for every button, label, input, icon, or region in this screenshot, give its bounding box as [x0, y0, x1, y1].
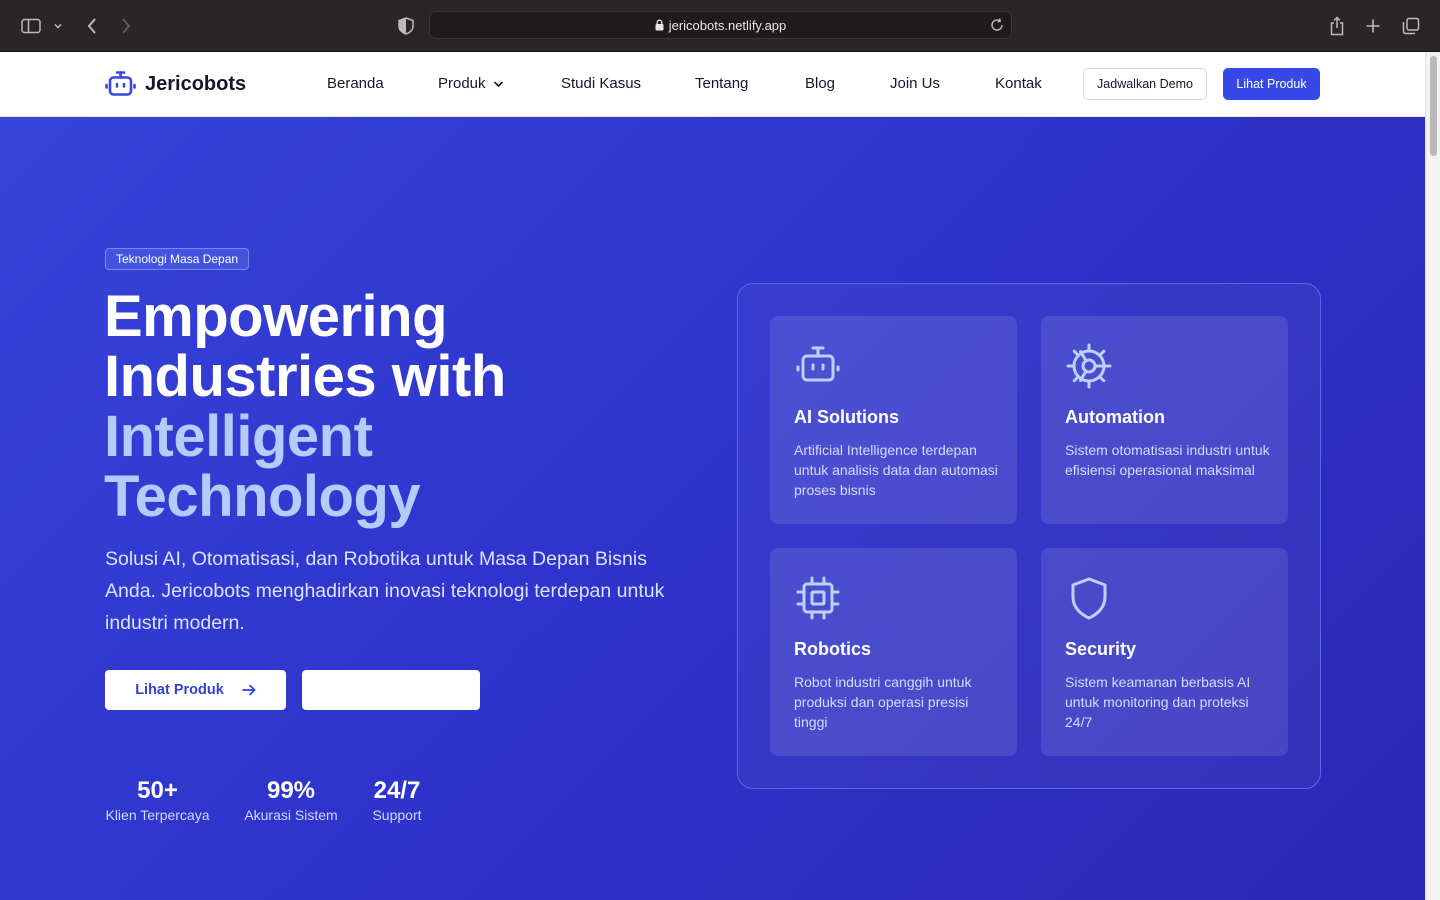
brand-logo[interactable]: Jericobots [105, 70, 246, 98]
chevron-down-icon [493, 80, 504, 88]
secondary-cta-button[interactable] [302, 670, 480, 710]
page-scrollbar[interactable] [1425, 52, 1440, 900]
stat-clients: 50+ Klien Terpercaya [104, 777, 211, 823]
nav-item-kontak[interactable]: Kontak [995, 75, 1042, 92]
hero-description: Solusi AI, Otomatisasi, dan Robotika unt… [105, 548, 665, 634]
hero-title: Empowering Industries with Intelligent T… [104, 287, 704, 527]
stat-accuracy: 99% Akurasi Sistem [243, 777, 339, 823]
new-tab-icon[interactable] [1361, 14, 1385, 38]
nav-item-studi-kasus[interactable]: Studi Kasus [561, 75, 641, 92]
gear-icon [1065, 342, 1113, 390]
privacy-shield-icon[interactable] [394, 14, 418, 38]
address-bar[interactable]: jericobots.netlify.app [429, 11, 1012, 39]
site-navbar: Jericobots Beranda Produk Studi Kasus Te… [0, 52, 1425, 117]
stat-value: 50+ [137, 777, 178, 804]
stat-label: Klien Terpercaya [105, 807, 210, 823]
share-icon[interactable] [1325, 14, 1349, 38]
nav-item-tentang[interactable]: Tentang [695, 75, 748, 92]
chip-icon [794, 574, 842, 622]
scrollbar-thumb[interactable] [1430, 56, 1437, 156]
feature-title: Automation [1065, 407, 1165, 427]
feature-title: AI Solutions [794, 407, 899, 427]
view-products-button[interactable]: Lihat Produk [105, 670, 286, 710]
nav-item-label: Produk [438, 75, 486, 92]
feature-card-ai[interactable]: AI Solutions Artificial Intelligence ter… [770, 316, 1017, 524]
feature-description: Sistem otomatisasi industri untuk efisie… [1065, 442, 1270, 478]
forward-icon[interactable] [114, 14, 138, 38]
feature-description: Artificial Intelligence terdepan untuk a… [794, 442, 998, 498]
shield-icon [1065, 574, 1113, 622]
arrow-right-icon [241, 684, 256, 696]
feature-description: Sistem keamanan berbasis AI untuk monito… [1065, 674, 1251, 730]
hero-title-line1: Empowering [104, 284, 448, 349]
nav-item-produk[interactable]: Produk [438, 75, 504, 92]
stat-support: 24/7 Support [368, 777, 426, 823]
tab-overview-icon[interactable] [1399, 14, 1423, 38]
feature-card-robotics[interactable]: Robotics Robot industri canggih untuk pr… [770, 548, 1017, 756]
view-products-nav-button[interactable]: Lihat Produk [1223, 68, 1320, 100]
hero-title-accent1: Intelligent [104, 404, 373, 469]
feature-title: Security [1065, 639, 1137, 659]
url-text: jericobots.netlify.app [668, 17, 787, 33]
lock-icon [655, 19, 664, 31]
feature-card-automation[interactable]: Automation Sistem otomatisasi industri u… [1041, 316, 1288, 524]
hero-title-line2: Industries with [104, 344, 506, 409]
nav-item-beranda[interactable]: Beranda [327, 75, 384, 92]
hero-section: Teknologi Masa Depan Empowering Industri… [0, 117, 1425, 900]
web-page: Jericobots Beranda Produk Studi Kasus Te… [0, 52, 1425, 900]
back-icon[interactable] [80, 14, 104, 38]
robot-icon [794, 342, 842, 390]
brand-name: Jericobots [145, 72, 247, 95]
feature-description: Robot industri canggih untuk produksi da… [794, 674, 972, 730]
hero-tag: Teknologi Masa Depan [105, 248, 250, 270]
sidebar-toggle-icon[interactable] [18, 14, 44, 38]
stat-value: 24/7 [373, 777, 421, 804]
reload-icon[interactable] [989, 17, 1005, 33]
schedule-demo-button[interactable]: Jadwalkan Demo [1083, 68, 1207, 100]
features-panel: AI Solutions Artificial Intelligence ter… [737, 283, 1321, 789]
stat-label: Akurasi Sistem [244, 807, 338, 823]
stat-value: 99% [266, 777, 316, 804]
view-products-label: Lihat Produk [135, 682, 224, 698]
feature-card-security[interactable]: Security Sistem keamanan berbasis AI unt… [1041, 548, 1288, 756]
nav-item-join-us[interactable]: Join Us [890, 75, 940, 92]
feature-title: Robotics [794, 639, 872, 659]
browser-toolbar: jericobots.netlify.app [0, 0, 1440, 52]
robot-logo-icon [105, 70, 136, 98]
nav-item-blog[interactable]: Blog [805, 75, 835, 92]
chevron-down-icon[interactable] [48, 14, 68, 38]
stat-label: Support [372, 807, 422, 823]
hero-title-accent2: Technology [104, 464, 421, 529]
